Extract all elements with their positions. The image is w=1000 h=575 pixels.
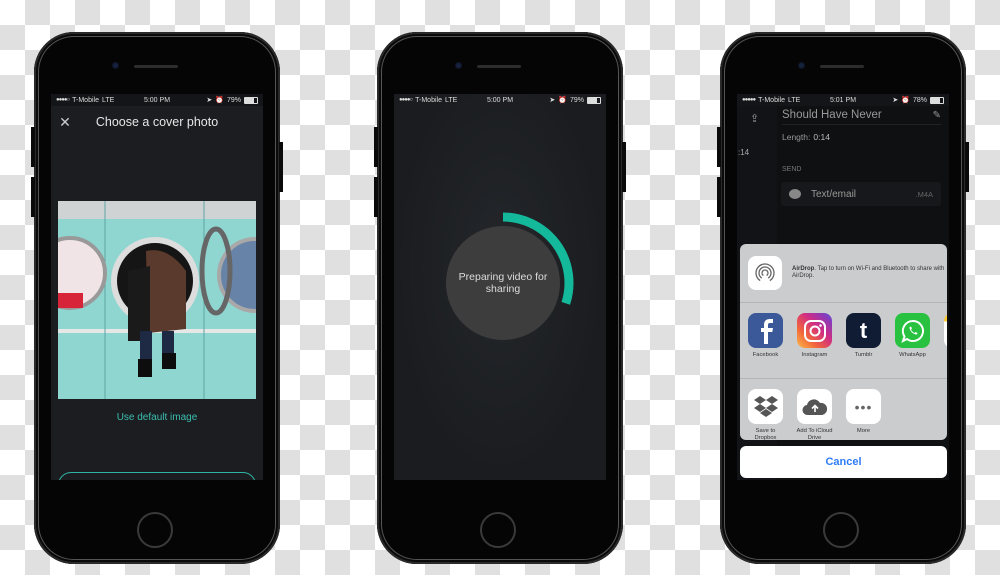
action-more[interactable]: ••• More xyxy=(846,389,881,440)
battery-percent: 79% xyxy=(569,96,584,104)
status-bar: ●●●●○ T-Mobile LTE 5:00 PM ➤ ⏰ 79% xyxy=(394,94,606,106)
notes-icon xyxy=(944,313,947,348)
front-camera xyxy=(112,62,119,69)
progress-indicator: Preparing video for sharing xyxy=(428,208,578,358)
airdrop-section: AirDrop. Tap to turn on Wi-Fi and Blueto… xyxy=(740,244,947,303)
share-whatsapp[interactable]: WhatsApp xyxy=(895,313,930,359)
status-bar: ●●●●● T-Mobile LTE 5:01 PM ➤ ⏰ 78% xyxy=(737,94,949,106)
app-label: Tumblr xyxy=(854,352,873,358)
clock: 5:00 PM xyxy=(486,96,514,104)
signal-icon: ●●●●● xyxy=(742,97,756,103)
title-text: Should Have Never xyxy=(782,109,882,121)
send-text-email[interactable]: Text/email .M4A xyxy=(781,182,941,206)
status-bar: ●●●●○ T-Mobile LTE 5:00 PM ➤ ⏰ 79% xyxy=(51,94,263,106)
home-button[interactable] xyxy=(823,512,859,548)
app-label: Instagram xyxy=(801,352,828,358)
battery-percent: 78% xyxy=(912,96,927,104)
progress-label: Preparing video for sharing xyxy=(458,271,548,295)
earpiece-speaker xyxy=(820,65,864,68)
header: ✕ Choose a cover photo xyxy=(51,106,263,138)
length-info: Length: 0:14 xyxy=(782,132,830,142)
use-default-image-link[interactable]: Use default image xyxy=(51,412,263,423)
facebook-icon xyxy=(748,313,783,348)
side-time: :14 xyxy=(738,148,750,157)
location-icon: ➤ xyxy=(206,97,213,104)
send-row-label: Text/email xyxy=(811,188,857,200)
alarm-icon: ⏰ xyxy=(901,97,910,104)
clock: 5:01 PM xyxy=(829,96,857,104)
message-icon xyxy=(789,189,801,199)
carrier: T-Mobile xyxy=(415,96,442,104)
phone-cover-photo: ●●●●○ T-Mobile LTE 5:00 PM ➤ ⏰ 79% ✕ Choose … xyxy=(31,32,283,564)
alarm-icon: ⏰ xyxy=(558,97,567,104)
battery-icon xyxy=(243,96,258,104)
share-instagram[interactable]: Instagram xyxy=(797,313,832,359)
location-icon: ➤ xyxy=(892,97,899,104)
phone-share-sheet: ●●●●● T-Mobile LTE 5:01 PM ➤ ⏰ 78% ⇪ :14 Sho… xyxy=(717,32,969,564)
airdrop-icon[interactable] xyxy=(748,256,782,290)
icloud-icon xyxy=(797,389,832,424)
home-button[interactable] xyxy=(137,512,173,548)
action-label: Add To iCloud Drive xyxy=(796,428,833,440)
app-label: WhatsApp xyxy=(899,352,926,358)
share-icon[interactable]: ⇪ xyxy=(750,112,762,125)
whatsapp-icon xyxy=(895,313,930,348)
continue-button[interactable]: CONTINUE xyxy=(58,472,256,480)
battery-icon xyxy=(929,96,944,104)
action-label: More xyxy=(856,428,871,434)
phone-preparing-video: ●●●●○ T-Mobile LTE 5:00 PM ➤ ⏰ 79% Preparing… xyxy=(374,32,626,564)
network: LTE xyxy=(787,96,801,104)
share-facebook[interactable]: Facebook xyxy=(748,313,783,359)
screen: ●●●●○ T-Mobile LTE 5:00 PM ➤ ⏰ 79% Preparing… xyxy=(394,94,606,480)
clock: 5:00 PM xyxy=(143,96,171,104)
alarm-icon: ⏰ xyxy=(215,97,224,104)
dropbox-icon xyxy=(748,389,783,424)
network: LTE xyxy=(444,96,458,104)
file-extension: .M4A xyxy=(915,189,933,199)
action-add-to-icloud[interactable]: Add To iCloud Drive xyxy=(796,389,833,440)
location-icon: ➤ xyxy=(549,97,556,104)
carrier: T-Mobile xyxy=(758,96,785,104)
front-camera xyxy=(798,62,805,69)
share-notes[interactable]: Ad xyxy=(944,313,947,359)
action-save-to-dropbox[interactable]: Save to Dropbox xyxy=(748,389,783,440)
network: LTE xyxy=(101,96,115,104)
earpiece-speaker xyxy=(134,65,178,68)
instagram-icon xyxy=(797,313,832,348)
length-label: Length: xyxy=(782,132,811,142)
edit-icon[interactable]: ✎ xyxy=(933,110,941,121)
tumblr-icon: t xyxy=(846,313,881,348)
battery-percent: 79% xyxy=(226,96,241,104)
battery-icon xyxy=(586,96,601,104)
earpiece-speaker xyxy=(477,65,521,68)
page-title: Choose a cover photo xyxy=(95,115,219,129)
screen: ●●●●○ T-Mobile LTE 5:00 PM ➤ ⏰ 79% ✕ Choose … xyxy=(51,94,263,480)
airdrop-title: AirDrop xyxy=(792,265,815,272)
signal-icon: ●●●●○ xyxy=(399,97,413,103)
carrier: T-Mobile xyxy=(72,96,99,104)
share-actions-row: Save to Dropbox Add To iCloud Drive ••• M… xyxy=(740,379,947,440)
screen: ●●●●● T-Mobile LTE 5:01 PM ➤ ⏰ 78% ⇪ :14 Sho… xyxy=(737,94,949,480)
signal-icon: ●●●●○ xyxy=(56,97,70,103)
share-sheet: AirDrop. Tap to turn on Wi-Fi and Blueto… xyxy=(740,244,947,440)
share-tumblr[interactable]: t Tumblr xyxy=(846,313,881,359)
share-cancel-button[interactable]: Cancel xyxy=(740,446,947,478)
length-value: 0:14 xyxy=(813,132,830,142)
airdrop-text: . Tap to turn on Wi-Fi and Bluetooth to … xyxy=(792,265,945,280)
send-header: SEND xyxy=(782,166,802,173)
action-label: Save to Dropbox xyxy=(754,428,777,440)
app-label: Facebook xyxy=(752,352,779,358)
recording-title: Should Have Never ✎ xyxy=(782,106,941,125)
front-camera xyxy=(455,62,462,69)
close-icon[interactable]: ✕ xyxy=(57,114,73,131)
more-icon: ••• xyxy=(846,389,881,424)
cover-photo[interactable] xyxy=(58,201,256,399)
airdrop-description: AirDrop. Tap to turn on Wi-Fi and Blueto… xyxy=(792,266,947,281)
home-button[interactable] xyxy=(480,512,516,548)
laundromat-photo xyxy=(58,201,256,399)
share-apps-row: Facebook Instagram t Tumblr WhatsApp Ad xyxy=(740,303,947,379)
